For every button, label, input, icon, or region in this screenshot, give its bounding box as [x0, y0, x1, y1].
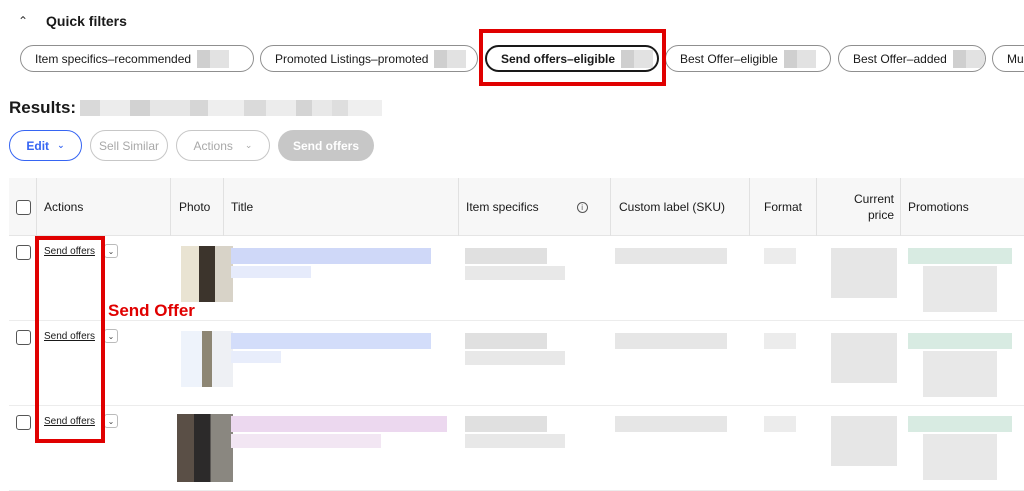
- row-checkbox[interactable]: [16, 415, 31, 430]
- item-title-link[interactable]: [231, 248, 431, 264]
- table-row: Send offers ⌄: [9, 321, 1024, 406]
- chip-count-placeholder: [434, 49, 467, 68]
- item-photo[interactable]: [181, 331, 233, 387]
- row-checkbox[interactable]: [16, 245, 31, 260]
- annotation-highlight-chip: [479, 29, 666, 86]
- chip-promoted-listings-promoted[interactable]: Promoted Listings–promoted: [260, 45, 478, 72]
- chip-count-placeholder: [783, 49, 816, 68]
- annotation-label: Send Offer: [108, 301, 195, 320]
- chevron-down-icon: ⌄: [57, 140, 65, 150]
- table-header: Actions Photo Title Item specifics i Cus…: [9, 178, 1024, 236]
- chip-best-offer-added[interactable]: Best Offer–added: [838, 45, 986, 72]
- column-header-photo: Photo: [179, 200, 211, 214]
- chip-item-specifics-recommended[interactable]: Item specifics–recommended: [20, 45, 254, 72]
- chip-count-placeholder: [197, 49, 230, 68]
- info-icon[interactable]: i: [576, 201, 588, 213]
- chevron-down-icon[interactable]: ⌄: [104, 329, 118, 343]
- sell-similar-button[interactable]: Sell Similar: [90, 130, 168, 161]
- column-header-item-specifics[interactable]: Item specifics i: [466, 178, 588, 236]
- chip-more[interactable]: Mul: [992, 45, 1024, 72]
- chevron-down-icon: ⌄: [244, 140, 253, 150]
- quick-filters-header[interactable]: ⌃ Quick filters: [14, 12, 127, 30]
- annotation-highlight-send-offers: [35, 236, 105, 443]
- listings-table: Actions Photo Title Item specifics i Cus…: [9, 178, 1024, 491]
- table-row: Send offers ⌄: [9, 406, 1024, 491]
- item-photo[interactable]: [177, 414, 233, 482]
- bulk-action-toolbar: Edit ⌄ Sell Similar Actions ⌄ Send offer…: [9, 130, 374, 161]
- quick-filters-title: Quick filters: [46, 13, 127, 29]
- column-header-title[interactable]: Title: [231, 178, 253, 236]
- actions-dropdown[interactable]: Actions ⌄: [176, 130, 270, 161]
- item-title-link[interactable]: [231, 416, 447, 432]
- select-all-checkbox[interactable]: [16, 178, 31, 236]
- column-header-current-price[interactable]: Current price: [824, 178, 894, 236]
- results-summary: Results:: [9, 98, 383, 118]
- chevron-up-icon[interactable]: ⌃: [14, 12, 32, 30]
- edit-button[interactable]: Edit ⌄: [9, 130, 82, 161]
- chevron-down-icon[interactable]: ⌄: [104, 414, 118, 428]
- column-header-format[interactable]: Format: [764, 178, 802, 236]
- chip-best-offer-eligible[interactable]: Best Offer–eligible: [665, 45, 831, 72]
- column-header-custom-label[interactable]: Custom label (SKU): [619, 178, 725, 236]
- item-title-link[interactable]: [231, 333, 431, 349]
- column-header-actions: Actions: [44, 200, 84, 214]
- chip-count-placeholder: [952, 49, 985, 68]
- column-header-promotions[interactable]: Promotions: [908, 178, 969, 236]
- chevron-down-icon[interactable]: ⌄: [104, 244, 118, 258]
- item-photo[interactable]: [181, 246, 233, 302]
- results-count-placeholder: [80, 100, 383, 116]
- row-checkbox[interactable]: [16, 330, 31, 345]
- send-offers-button[interactable]: Send offers: [278, 130, 374, 161]
